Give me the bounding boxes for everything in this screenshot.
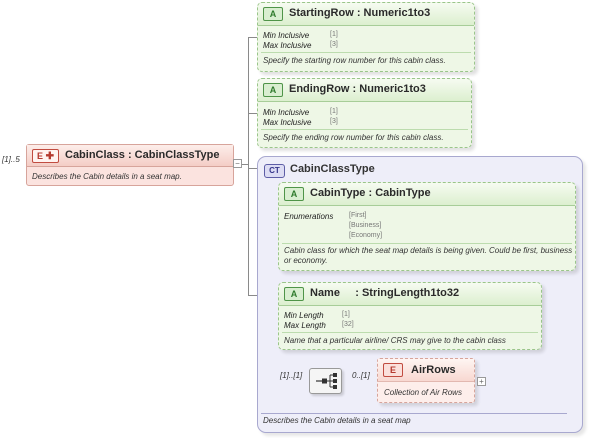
separator [282, 243, 572, 244]
attribute-title: CabinType : CabinType [310, 187, 431, 199]
expand-toggle[interactable]: + [477, 377, 486, 386]
attribute-name[interactable]: A Name : StringLength1to32 Min Length [1… [278, 282, 542, 350]
facet-value: [1] [330, 108, 338, 115]
facet-value: [3] [330, 118, 338, 125]
element-title: CabinClass : CabinClassType [65, 149, 220, 161]
complex-type-title: CabinClassType [290, 163, 375, 175]
element-icon: E ✚ [32, 149, 59, 163]
element-icon: E [383, 363, 403, 377]
enum-value: [First] [349, 212, 367, 219]
attribute-header: A CabinType : CabinType [279, 183, 575, 206]
attribute-title: EndingRow : Numeric1to3 [289, 83, 426, 95]
enumerations-label: Enumerations [284, 212, 334, 221]
facet-label: Min Length [284, 311, 324, 320]
airrows-element[interactable]: E AirRows Collection of Air Rows [377, 358, 475, 403]
facet-value: [32] [342, 321, 354, 328]
attribute-header: A StartingRow : Numeric1to3 [258, 3, 474, 26]
attribute-icon: A [263, 7, 283, 21]
attribute-title: StartingRow : Numeric1to3 [289, 7, 431, 19]
cabinclass-element[interactable]: E ✚ CabinClass : CabinClassType Describe… [26, 144, 234, 186]
enum-value: [Economy] [349, 232, 383, 239]
facet-label: Max Length [284, 321, 326, 330]
facet-value: [1] [330, 31, 338, 38]
facet-value: [1] [342, 311, 350, 318]
attribute-doc: Cabin class for which the seat map detai… [284, 246, 573, 265]
collapse-toggle[interactable]: − [233, 159, 242, 168]
separator [282, 332, 538, 333]
attribute-header: A EndingRow : Numeric1to3 [258, 79, 471, 102]
attribute-startingrow[interactable]: A StartingRow : Numeric1to3 Min Inclusiv… [257, 2, 475, 72]
element-occurrence: [1]..5 [2, 155, 20, 164]
facet-label: Min Inclusive [263, 31, 310, 40]
separator [261, 129, 468, 130]
complex-type-icon: CT [264, 164, 285, 178]
attribute-endingrow[interactable]: A EndingRow : Numeric1to3 Min Inclusive … [257, 78, 472, 148]
facet-label: Max Inclusive [263, 118, 312, 127]
element-title: AirRows [411, 364, 456, 376]
element-doc: Describes the Cabin details in a seat ma… [32, 172, 182, 181]
attribute-doc: Specify the ending row number for this c… [263, 133, 444, 142]
element-header: E AirRows [378, 359, 474, 382]
connector [248, 37, 249, 296]
attribute-icon: A [284, 287, 304, 301]
attribute-icon: A [284, 187, 304, 201]
separator [261, 413, 567, 414]
facet-label: Min Inclusive [263, 108, 310, 117]
facet-label: Max Inclusive [263, 41, 312, 50]
attribute-doc: Name that a particular airline/ CRS may … [284, 336, 506, 345]
element-header: E ✚ CabinClass : CabinClassType [27, 145, 233, 167]
attribute-doc: Specify the starting row number for this… [263, 56, 446, 65]
attribute-header: A Name : StringLength1to32 [279, 283, 541, 306]
separator [261, 52, 471, 53]
attribute-icon: A [263, 83, 283, 97]
enum-value: [Business] [349, 222, 382, 229]
sequence-icon [316, 373, 337, 389]
attribute-cabintype[interactable]: A CabinType : CabinType Enumerations [Fi… [278, 182, 576, 271]
facet-value: [3] [330, 41, 338, 48]
element-doc: Collection of Air Rows [384, 388, 462, 397]
sequence-compositor[interactable] [309, 368, 342, 394]
airrows-occurrence: 0..[1] [352, 371, 370, 380]
attribute-title: Name : StringLength1to32 [310, 287, 460, 299]
sequence-occurrence: [1]..[1] [280, 371, 303, 380]
complex-type-doc: Describes the Cabin details in a seat ma… [263, 416, 411, 425]
